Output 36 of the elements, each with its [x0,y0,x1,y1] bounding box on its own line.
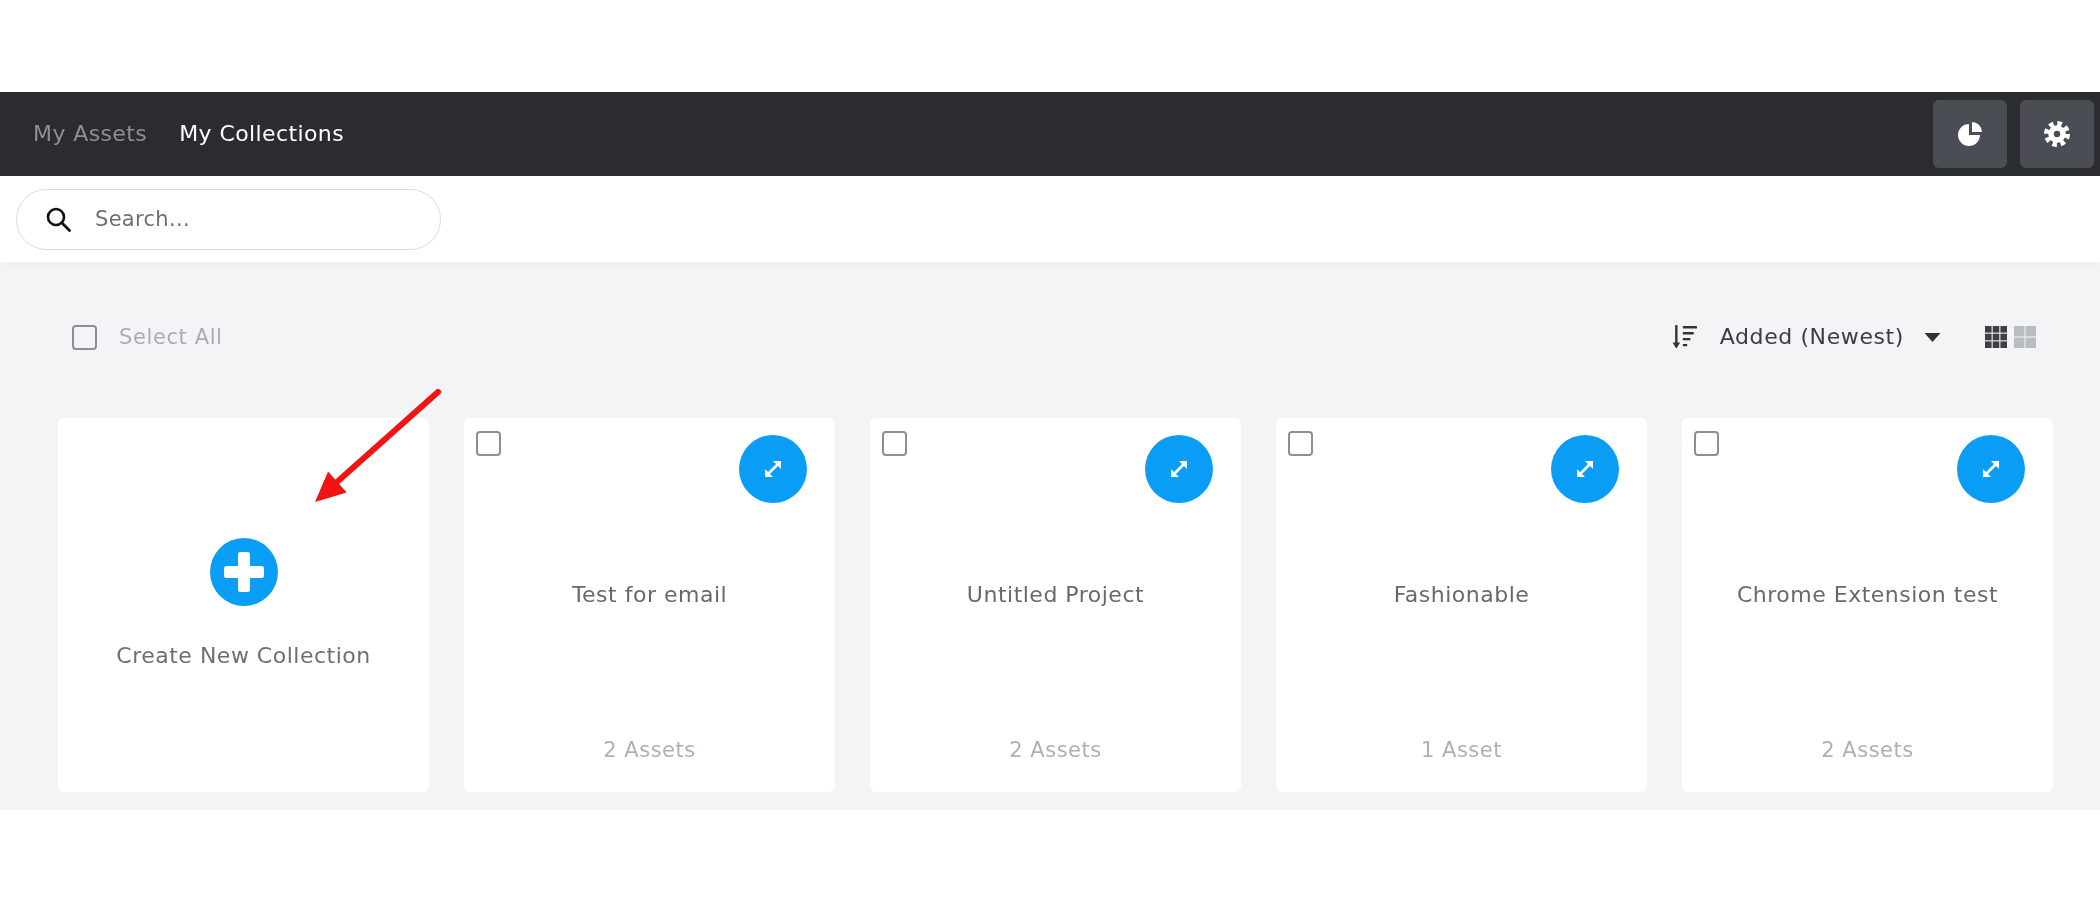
collection-title: Untitled Project [966,581,1145,609]
expand-icon [763,459,783,479]
collection-checkbox[interactable] [1694,431,1719,456]
asset-count: 1 Asset [1421,737,1502,764]
settings-icon [2044,121,2070,147]
expand-icon [1169,459,1189,479]
plus-icon [209,538,278,606]
collection-title: Chrome Extension test [1737,581,1998,609]
asset-count: 2 Assets [603,737,696,764]
collection-card[interactable]: Chrome Extension test 2 Assets [1682,418,2053,792]
collection-checkbox[interactable] [1288,431,1313,456]
create-collection-card[interactable]: Create New Collection [58,418,429,792]
nav-tab[interactable]: My Assets [33,120,148,148]
collection-card[interactable]: Untitled Project 2 Assets [870,418,1241,792]
collection-title: Test for email [571,581,728,609]
search-field[interactable]: Search... [16,188,441,250]
expand-icon [1981,459,2001,479]
pie-chart-icon [1958,122,1982,146]
collection-card[interactable]: Test for email 2 Assets [464,418,835,792]
caret-icon [1924,332,1941,342]
expand-icon [1575,459,1595,479]
select-all-label: Select All [119,324,223,351]
chart-button[interactable] [1933,100,2007,168]
settings-button[interactable] [2020,100,2094,168]
collection-checkbox[interactable] [882,431,907,456]
asset-count: 2 Assets [1821,737,1914,764]
asset-count: 2 Assets [1009,737,1102,764]
select-all-checkbox[interactable] [72,324,97,350]
collection-card[interactable]: Fashionable 1 Asset [1276,418,1647,792]
search-icon [46,206,71,232]
nav-tab[interactable]: My Collections [179,120,345,148]
collection-title: Fashionable [1393,581,1530,609]
sort-icon [1671,324,1698,350]
collection-checkbox[interactable] [476,431,501,456]
small-grid-icon[interactable] [1985,326,2007,348]
sort-dropdown[interactable]: Added (Newest) [1671,323,1941,351]
